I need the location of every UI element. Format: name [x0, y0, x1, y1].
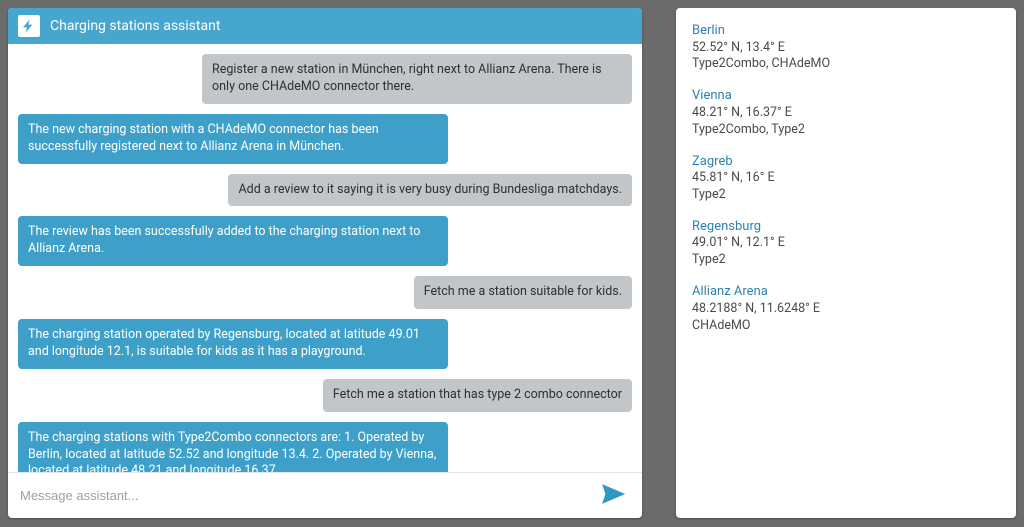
station-item[interactable]: Allianz Arena 48.2188° N, 11.6248° E CHA…: [692, 283, 1000, 334]
station-coords: 45.81° N, 16° E: [692, 170, 1000, 187]
station-coords: 48.21° N, 16.37° E: [692, 105, 1000, 122]
chat-title: Charging stations assistant: [50, 18, 220, 34]
station-connectors: CHAdeMO: [692, 318, 1000, 335]
message-assistant: The new charging station with a CHAdeMO …: [18, 114, 448, 164]
station-name: Vienna: [692, 87, 1000, 105]
message-user: Add a review to it saying it is very bus…: [228, 174, 632, 207]
chat-header: Charging stations assistant: [8, 8, 642, 44]
station-name: Regensburg: [692, 218, 1000, 236]
message-user: Fetch me a station suitable for kids.: [414, 276, 632, 309]
chat-window: Charging stations assistant Register a n…: [8, 8, 642, 518]
station-item[interactable]: Regensburg 49.01° N, 12.1° E Type2: [692, 218, 1000, 269]
message-user: Fetch me a station that has type 2 combo…: [323, 379, 632, 412]
chat-body: Register a new station in München, right…: [8, 44, 642, 472]
message-assistant: The charging stations with Type2Combo co…: [18, 422, 448, 472]
station-name: Zagreb: [692, 153, 1000, 171]
message-assistant: The review has been successfully added t…: [18, 216, 448, 266]
message-input[interactable]: [20, 488, 586, 503]
stations-panel: Berlin 52.52° N, 13.4° E Type2Combo, CHA…: [676, 8, 1016, 518]
station-name: Allianz Arena: [692, 283, 1000, 301]
message-assistant: The charging station operated by Regensb…: [18, 319, 448, 369]
bolt-icon: [18, 15, 40, 37]
send-button[interactable]: [596, 479, 630, 513]
station-name: Berlin: [692, 22, 1000, 40]
station-item[interactable]: Vienna 48.21° N, 16.37° E Type2Combo, Ty…: [692, 87, 1000, 138]
chat-input-row: [8, 472, 642, 518]
station-connectors: Type2: [692, 252, 1000, 269]
station-connectors: Type2: [692, 187, 1000, 204]
station-coords: 52.52° N, 13.4° E: [692, 40, 1000, 57]
station-coords: 48.2188° N, 11.6248° E: [692, 301, 1000, 318]
send-icon: [600, 481, 626, 510]
station-coords: 49.01° N, 12.1° E: [692, 235, 1000, 252]
station-connectors: Type2Combo, CHAdeMO: [692, 56, 1000, 73]
message-user: Register a new station in München, right…: [202, 54, 632, 104]
station-item[interactable]: Zagreb 45.81° N, 16° E Type2: [692, 153, 1000, 204]
station-item[interactable]: Berlin 52.52° N, 13.4° E Type2Combo, CHA…: [692, 22, 1000, 73]
station-connectors: Type2Combo, Type2: [692, 122, 1000, 139]
